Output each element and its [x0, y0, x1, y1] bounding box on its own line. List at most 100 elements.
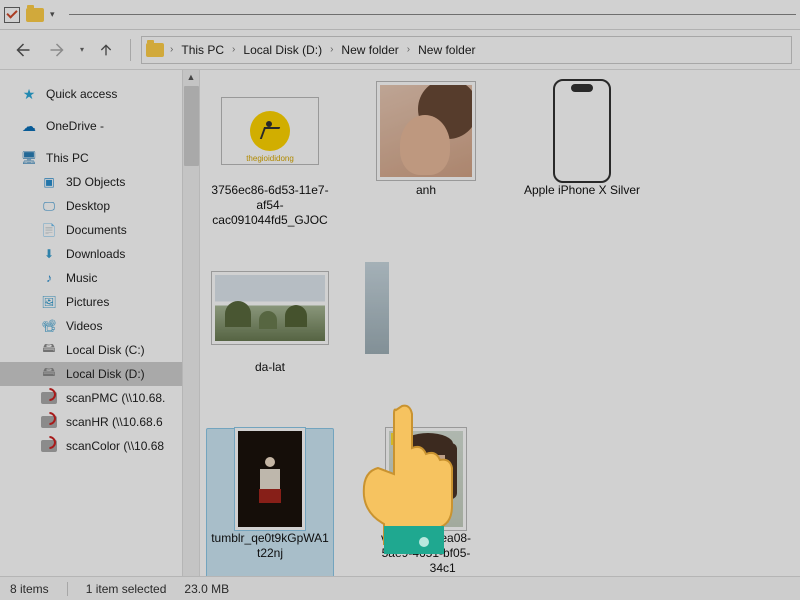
- sidebar-label: Pictures: [66, 295, 109, 309]
- file-item-selected[interactable]: tumblr_qe0t9kGpWA1t22nj: [206, 428, 334, 576]
- image-thumbnail: [365, 262, 389, 354]
- file-name: da-lat: [255, 360, 285, 375]
- scrollbar-thumb[interactable]: [184, 86, 199, 166]
- sidebar-label: scanHR (\\10.68.6: [66, 415, 163, 429]
- status-size: 23.0 MB: [184, 582, 229, 596]
- monitor-icon: 🖥: [20, 150, 38, 166]
- file-item[interactable]: MI v2018d064ea08-5ae9-4651-bf05- 34c1: [362, 428, 490, 576]
- back-button[interactable]: [8, 36, 36, 64]
- file-item[interactable]: anh: [362, 80, 490, 233]
- status-bar: 8 items 1 item selected 23.0 MB: [0, 576, 800, 600]
- sidebar-quick-access[interactable]: ★ Quick access: [0, 82, 182, 106]
- status-item-count: 8 items: [10, 582, 49, 596]
- sidebar-label: Local Disk (C:): [66, 343, 145, 357]
- file-name: v2018d064ea08-5ae9-4651-bf05- 34c1: [367, 531, 485, 576]
- video-icon: 📽: [40, 318, 58, 334]
- recent-locations-dropdown[interactable]: ▾: [80, 45, 84, 54]
- image-thumbnail: [238, 431, 302, 527]
- navigation-pane: ★ Quick access ☁ OneDrive - 🖥 This PC ▣ …: [0, 70, 200, 576]
- sidebar-label: Videos: [66, 319, 102, 333]
- music-icon: ♪: [40, 270, 58, 286]
- sidebar-label: 3D Objects: [66, 175, 125, 189]
- download-icon: ⬇: [40, 246, 58, 262]
- sidebar-item-videos[interactable]: 📽 Videos: [0, 314, 182, 338]
- sidebar-item-music[interactable]: ♪ Music: [0, 266, 182, 290]
- forward-button[interactable]: [44, 36, 72, 64]
- sidebar-item-desktop[interactable]: 🖵 Desktop: [0, 194, 182, 218]
- file-item[interactable]: Apple iPhone X Silver: [518, 80, 646, 233]
- file-name: Apple iPhone X Silver: [524, 183, 640, 198]
- status-divider: [67, 582, 68, 596]
- sidebar-label: scanColor (\\10.68: [66, 439, 164, 453]
- arrow-left-icon: [13, 41, 31, 59]
- sidebar-label: Local Disk (D:): [66, 367, 145, 381]
- sidebar-network-drive-2[interactable]: scanHR (\\10.68.6: [0, 410, 182, 434]
- desktop-icon: 🖵: [40, 198, 58, 214]
- file-name: anh: [416, 183, 436, 198]
- star-icon: ★: [20, 86, 38, 102]
- up-button[interactable]: [92, 36, 120, 64]
- sidebar-label: Desktop: [66, 199, 110, 213]
- sidebar-label: scanPMC (\\10.68.: [66, 391, 165, 405]
- navigation-bar: ▾ › This PC › Local Disk (D:) › New fold…: [0, 30, 800, 70]
- sidebar-item-downloads[interactable]: ⬇ Downloads: [0, 242, 182, 266]
- network-drive-disconnected-icon: [40, 390, 58, 406]
- sidebar-drive-d[interactable]: 🖴 Local Disk (D:): [0, 362, 182, 386]
- document-icon: 📄: [40, 222, 58, 238]
- breadcrumb-folder-2[interactable]: New folder: [412, 40, 481, 60]
- vertical-divider: [130, 39, 131, 61]
- title-bar: ▾: [0, 0, 800, 30]
- address-bar[interactable]: › This PC › Local Disk (D:) › New folder…: [141, 36, 792, 64]
- cloud-icon: ☁: [20, 118, 38, 134]
- chevron-right-icon[interactable]: ›: [170, 44, 173, 55]
- network-drive-disconnected-icon: [40, 438, 58, 454]
- image-thumbnail: [380, 85, 472, 177]
- sidebar-onedrive[interactable]: ☁ OneDrive -: [0, 114, 182, 138]
- picture-icon: 🖼: [40, 294, 58, 310]
- file-item[interactable]: da-lat: [206, 257, 334, 380]
- sidebar-label: Music: [66, 271, 97, 285]
- disk-icon: 🖴: [40, 366, 58, 382]
- file-item[interactable]: [362, 257, 392, 380]
- image-thumbnail: [553, 79, 611, 183]
- file-name: 3756ec86-6d53-11e7-af54-cac091044fd5_GJO…: [211, 183, 329, 228]
- status-selection: 1 item selected: [86, 582, 167, 596]
- sidebar-label: OneDrive -: [46, 119, 104, 133]
- chevron-right-icon[interactable]: ›: [330, 44, 333, 55]
- sidebar-network-drive-3[interactable]: scanColor (\\10.68: [0, 434, 182, 458]
- sidebar-label: Downloads: [66, 247, 125, 261]
- sidebar-item-pictures[interactable]: 🖼 Pictures: [0, 290, 182, 314]
- sidebar-network-drive-1[interactable]: scanPMC (\\10.68.: [0, 386, 182, 410]
- quick-access-toolbar: ▾: [4, 7, 55, 23]
- titlebar-divider: [69, 14, 796, 15]
- network-drive-disconnected-icon: [40, 414, 58, 430]
- image-thumbnail: MI: [389, 431, 463, 527]
- sidebar-item-documents[interactable]: 📄 Documents: [0, 218, 182, 242]
- breadcrumb-drive[interactable]: Local Disk (D:): [237, 40, 328, 60]
- file-name: tumblr_qe0t9kGpWA1t22nj: [211, 531, 329, 561]
- file-view[interactable]: thegioididong 3756ec86-6d53-11e7-af54-ca…: [200, 70, 800, 576]
- arrow-right-icon: [49, 41, 67, 59]
- image-thumbnail: [215, 275, 325, 341]
- folder-icon: [146, 43, 164, 57]
- disk-icon: 🖴: [40, 342, 58, 358]
- chevron-right-icon[interactable]: ›: [232, 44, 235, 55]
- breadcrumb-folder-1[interactable]: New folder: [335, 40, 404, 60]
- sidebar-label: Quick access: [46, 87, 117, 101]
- chevron-right-icon[interactable]: ›: [407, 44, 410, 55]
- qat-properties-checkbox[interactable]: [4, 7, 20, 23]
- scroll-up-icon[interactable]: ▲: [187, 70, 196, 84]
- sidebar-label: Documents: [66, 223, 127, 237]
- arrow-up-icon: [98, 42, 114, 58]
- cube-icon: ▣: [40, 174, 58, 190]
- sidebar-drive-c[interactable]: 🖴 Local Disk (C:): [0, 338, 182, 362]
- folder-icon: [26, 8, 44, 22]
- file-item[interactable]: thegioididong 3756ec86-6d53-11e7-af54-ca…: [206, 80, 334, 233]
- image-thumbnail: thegioididong: [225, 101, 315, 161]
- breadcrumb-this-pc[interactable]: This PC: [175, 40, 230, 60]
- sidebar-this-pc[interactable]: 🖥 This PC: [0, 146, 182, 170]
- qat-dropdown-icon[interactable]: ▾: [50, 9, 55, 20]
- sidebar-label: This PC: [46, 151, 89, 165]
- sidebar-scrollbar[interactable]: ▲: [182, 70, 199, 576]
- sidebar-item-3d-objects[interactable]: ▣ 3D Objects: [0, 170, 182, 194]
